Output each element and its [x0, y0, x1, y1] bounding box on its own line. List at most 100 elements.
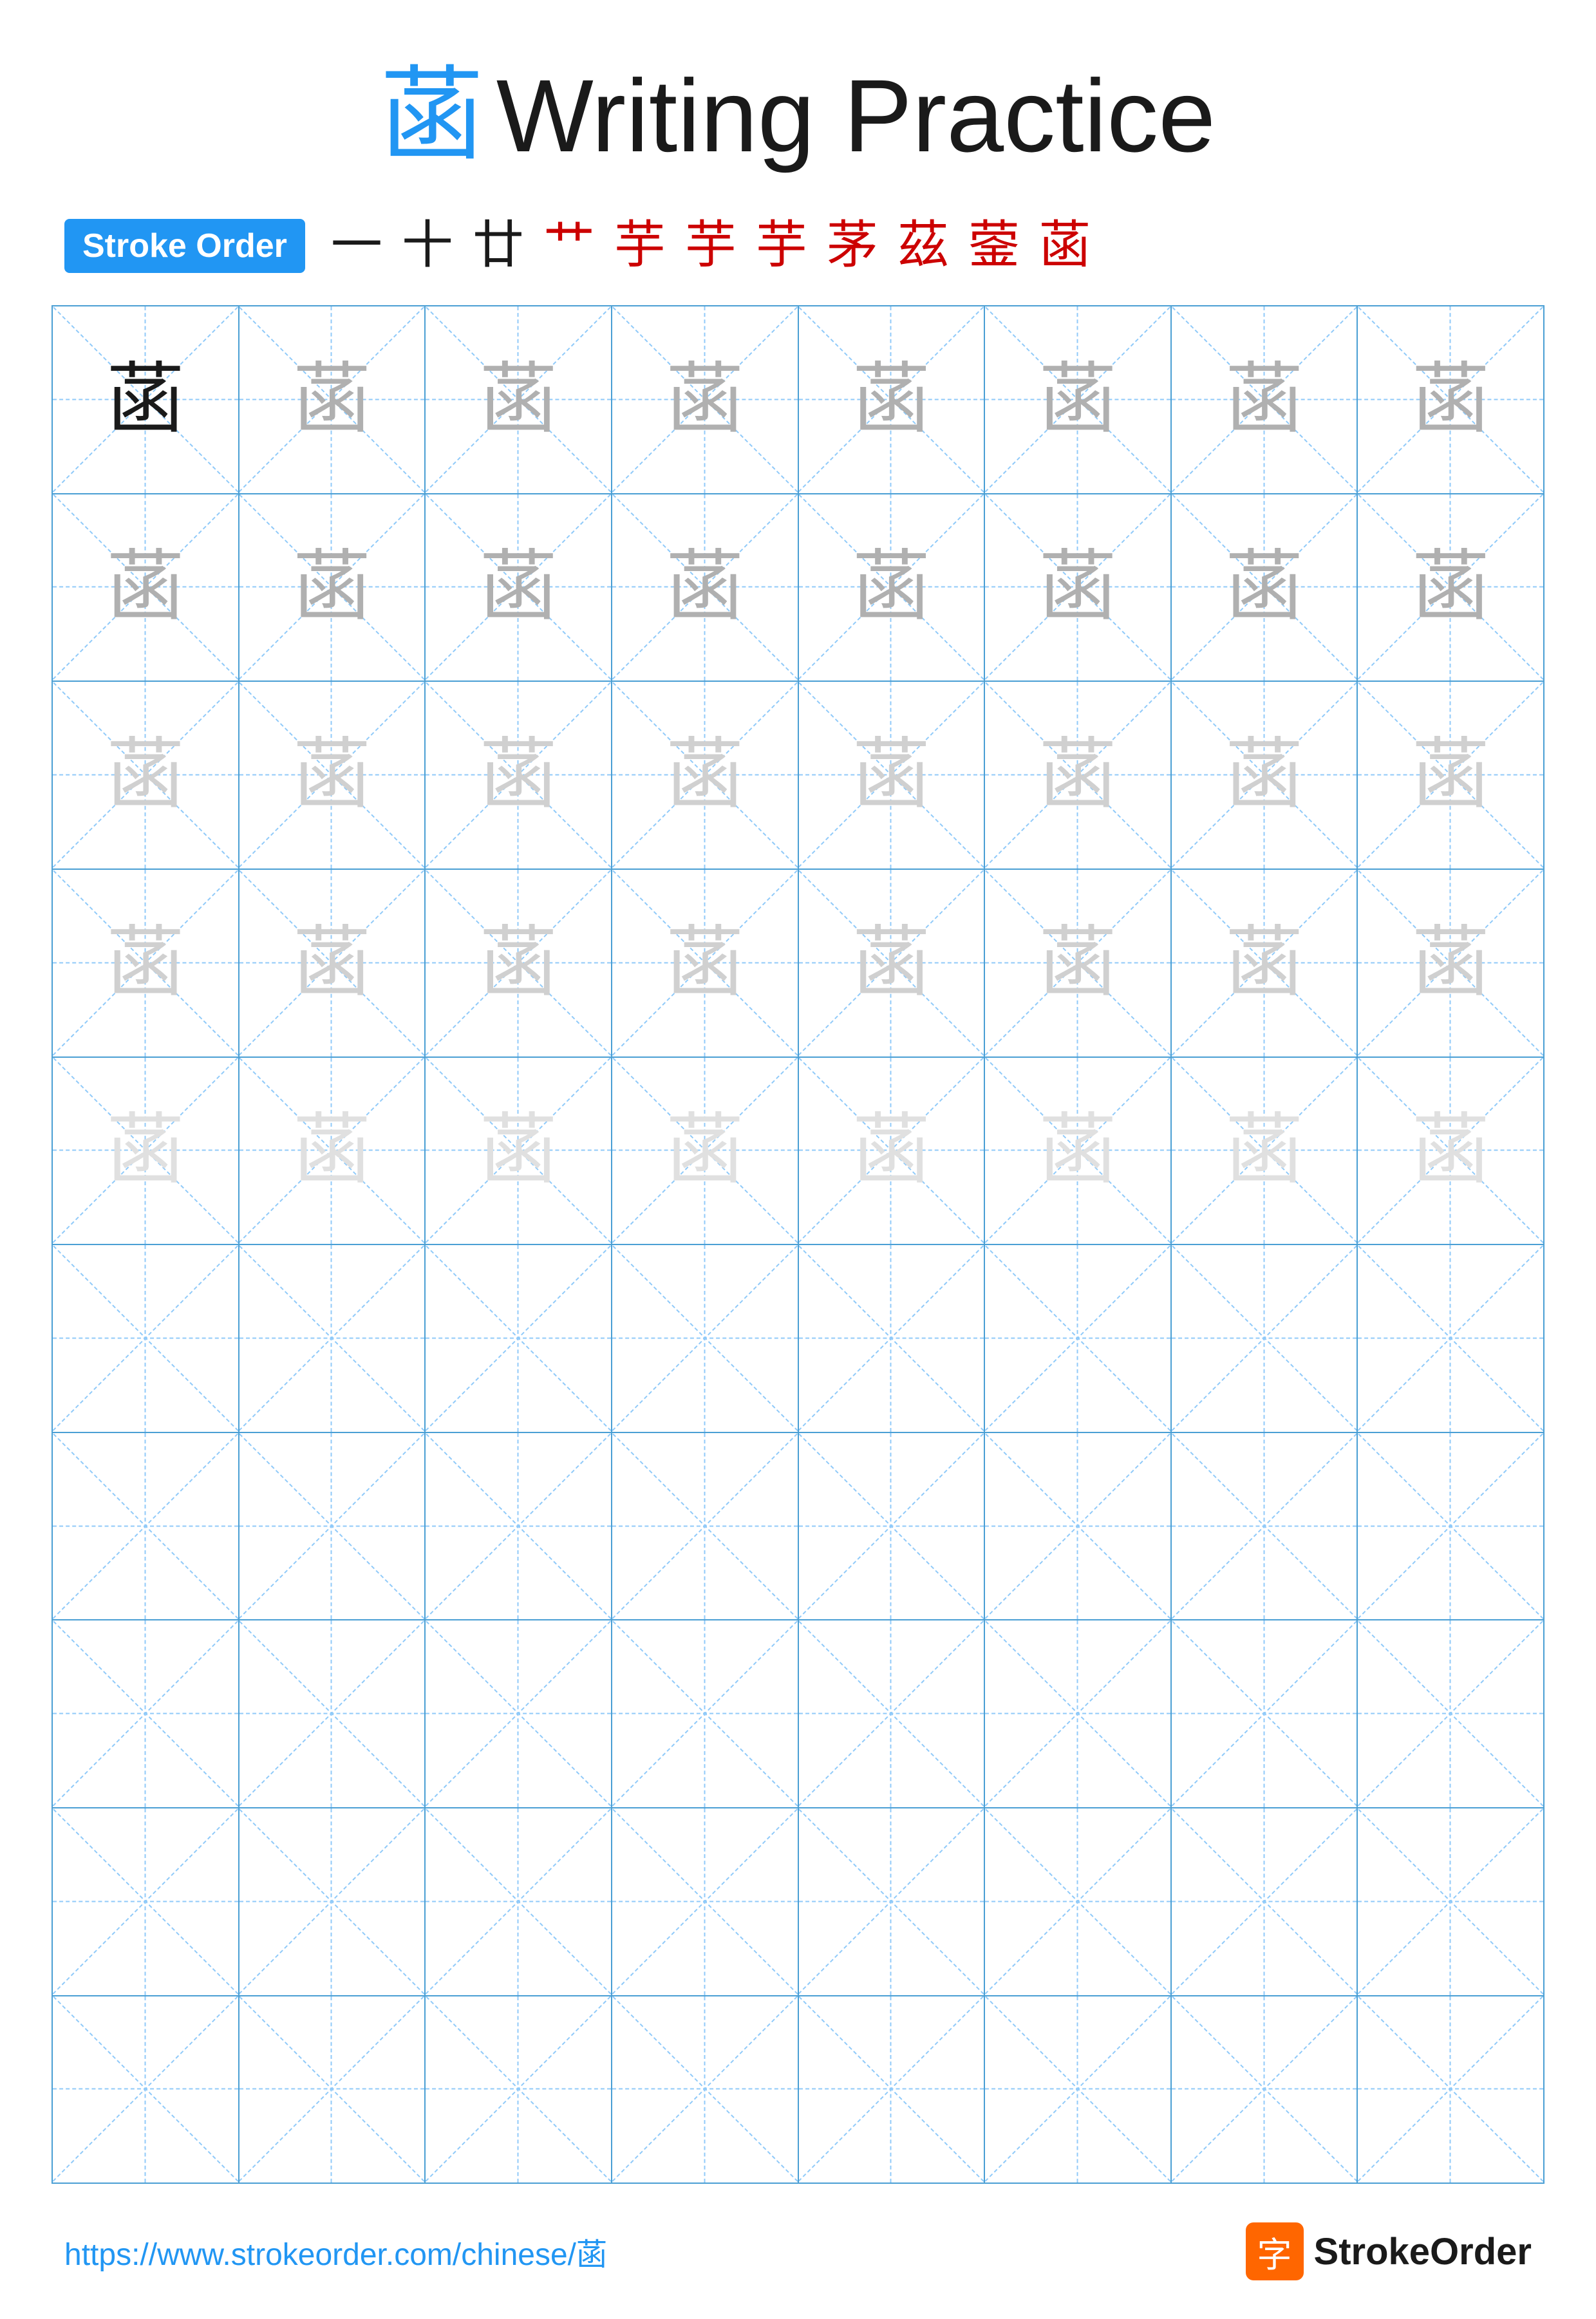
grid-cell[interactable] [53, 1433, 239, 1620]
footer-logo-icon: 字 [1246, 2222, 1304, 2280]
grid-cell[interactable] [799, 1245, 986, 1432]
grid-cell[interactable]: 菡 [1172, 682, 1358, 868]
grid-cell[interactable]: 菡 [612, 682, 799, 868]
grid-cell[interactable] [239, 1996, 426, 2183]
grid-cell[interactable]: 菡 [799, 682, 986, 868]
grid-cell[interactable]: 菡 [799, 1058, 986, 1244]
stroke-2: 十 [402, 220, 453, 272]
grid-cell[interactable] [1358, 1808, 1543, 1995]
grid-cell[interactable] [1172, 1620, 1358, 1807]
grid-cell[interactable] [612, 1433, 799, 1620]
grid-cell[interactable]: 菡 [985, 1058, 1172, 1244]
grid-cell[interactable] [799, 1996, 986, 2183]
grid-cell[interactable] [612, 1808, 799, 1995]
grid-cell[interactable] [985, 1996, 1172, 2183]
grid-cell[interactable]: 菡 [426, 870, 612, 1056]
grid-cell[interactable]: 菡 [426, 1058, 612, 1244]
grid-cell[interactable] [1358, 1433, 1543, 1620]
grid-cell[interactable] [985, 1808, 1172, 1995]
grid-cell[interactable] [1172, 1996, 1358, 2183]
grid-cell[interactable]: 菡 [1172, 1058, 1358, 1244]
grid-cell[interactable] [1358, 1245, 1543, 1432]
grid-cell[interactable]: 菡 [239, 1058, 426, 1244]
grid-cell[interactable] [53, 1620, 239, 1807]
grid-cell[interactable]: 菡 [985, 682, 1172, 868]
grid-cell[interactable] [1172, 1433, 1358, 1620]
grid-cell[interactable] [799, 1808, 986, 1995]
grid-cell[interactable]: 菡 [53, 682, 239, 868]
grid-cell[interactable]: 菡 [1358, 682, 1543, 868]
grid-cell[interactable]: 菡 [53, 494, 239, 681]
practice-char: 菡 [293, 1112, 370, 1189]
practice-char: 菡 [852, 925, 930, 1002]
grid-cell[interactable]: 菡 [53, 870, 239, 1056]
grid-cell[interactable]: 菡 [239, 682, 426, 868]
grid-cell[interactable]: 菡 [1358, 306, 1543, 493]
footer-url[interactable]: https://www.strokeorder.com/chinese/菡 [64, 2229, 607, 2274]
grid-cell[interactable] [1172, 1245, 1358, 1432]
practice-char: 菡 [852, 361, 930, 438]
grid-cell[interactable]: 菡 [426, 306, 612, 493]
cell-guide-lines [1358, 1808, 1543, 1995]
grid-cell[interactable] [426, 1433, 612, 1620]
grid-cell[interactable] [799, 1433, 986, 1620]
grid-cell[interactable] [1172, 1808, 1358, 1995]
grid-cell[interactable]: 菡 [239, 306, 426, 493]
grid-cell[interactable]: 菡 [985, 870, 1172, 1056]
cell-guide-lines [985, 1996, 1170, 2183]
grid-cell[interactable] [426, 1996, 612, 2183]
grid-cell[interactable] [985, 1433, 1172, 1620]
grid-cell[interactable] [985, 1620, 1172, 1807]
grid-cell[interactable]: 菡 [1358, 494, 1543, 681]
grid-cell[interactable] [239, 1620, 426, 1807]
practice-char: 菡 [107, 549, 184, 626]
grid-cell[interactable] [799, 1620, 986, 1807]
cell-guide-lines [1358, 1433, 1543, 1620]
cell-guide-lines [239, 1245, 425, 1432]
grid-cell[interactable] [239, 1808, 426, 1995]
grid-cell[interactable] [1358, 1996, 1543, 2183]
grid-cell[interactable] [612, 1996, 799, 2183]
grid-cell[interactable]: 菡 [799, 306, 986, 493]
grid-cell[interactable] [1358, 1620, 1543, 1807]
grid-cell[interactable]: 菡 [612, 870, 799, 1056]
grid-cell[interactable] [239, 1245, 426, 1432]
title-section: 菡 Writing Practice [380, 64, 1216, 167]
grid-cell[interactable] [53, 1245, 239, 1432]
grid-cell[interactable] [239, 1433, 426, 1620]
practice-char: 菡 [1226, 549, 1303, 626]
grid-cell[interactable] [612, 1245, 799, 1432]
grid-cell[interactable]: 菡 [1358, 870, 1543, 1056]
cell-guide-lines [426, 1996, 611, 2183]
grid-cell[interactable]: 菡 [1172, 306, 1358, 493]
grid-cell[interactable] [53, 1808, 239, 1995]
grid-cell[interactable]: 菡 [426, 494, 612, 681]
grid-cell[interactable] [53, 1996, 239, 2183]
practice-char: 菡 [666, 1112, 744, 1189]
grid-cell[interactable]: 菡 [239, 494, 426, 681]
grid-cell[interactable] [612, 1620, 799, 1807]
stroke-3: 廿 [473, 220, 524, 272]
grid-cell[interactable]: 菡 [53, 1058, 239, 1244]
grid-cell[interactable]: 菡 [239, 870, 426, 1056]
stroke-order-section: Stroke Order 一 十 廿 艹 芋 芋 芋 茅 茲 蓥 菡 [52, 219, 1544, 273]
grid-cell[interactable] [985, 1245, 1172, 1432]
practice-char: 菡 [293, 737, 370, 814]
grid-cell[interactable]: 菡 [1172, 494, 1358, 681]
grid-cell[interactable]: 菡 [799, 494, 986, 681]
grid-cell[interactable]: 菡 [53, 306, 239, 493]
cell-guide-lines [239, 1996, 425, 2183]
grid-cell[interactable] [426, 1620, 612, 1807]
grid-cell[interactable]: 菡 [612, 306, 799, 493]
cell-guide-lines [799, 1433, 984, 1620]
grid-cell[interactable]: 菡 [1358, 1058, 1543, 1244]
grid-cell[interactable] [426, 1808, 612, 1995]
grid-cell[interactable]: 菡 [612, 494, 799, 681]
grid-cell[interactable]: 菡 [985, 494, 1172, 681]
grid-cell[interactable] [426, 1245, 612, 1432]
grid-cell[interactable]: 菡 [612, 1058, 799, 1244]
grid-cell[interactable]: 菡 [985, 306, 1172, 493]
grid-cell[interactable]: 菡 [799, 870, 986, 1056]
grid-cell[interactable]: 菡 [426, 682, 612, 868]
grid-cell[interactable]: 菡 [1172, 870, 1358, 1056]
